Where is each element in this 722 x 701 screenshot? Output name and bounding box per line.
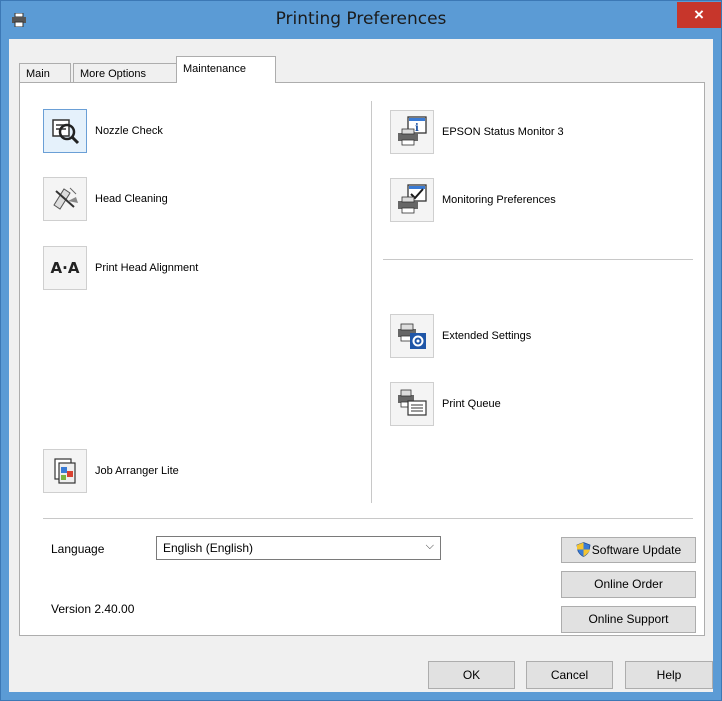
status-monitor-icon: i [396, 115, 428, 150]
status-monitor-label: EPSON Status Monitor 3 [442, 126, 564, 138]
tab-more-options[interactable]: More Options [73, 63, 177, 83]
monitoring-preferences-label: Monitoring Preferences [442, 194, 556, 206]
nozzle-check-icon [50, 115, 80, 148]
extended-settings-tool[interactable]: Extended Settings [390, 314, 531, 358]
job-arranger-button[interactable] [43, 449, 87, 493]
software-update-button[interactable]: Software Update [561, 537, 696, 563]
nozzle-check-button[interactable] [43, 109, 87, 153]
tab-main[interactable]: Main [19, 63, 71, 83]
software-update-label: Software Update [591, 543, 682, 557]
nozzle-check-tool[interactable]: Nozzle Check [43, 109, 163, 153]
language-select-value: English (English) [163, 541, 254, 555]
panel-divider-horizontal [383, 259, 693, 260]
print-queue-tool[interactable]: Print Queue [390, 382, 501, 426]
title-bar[interactable]: Printing Preferences × [1, 1, 721, 39]
job-arranger-icon [50, 455, 80, 488]
printing-preferences-window: Printing Preferences × Main More Options… [0, 0, 722, 701]
language-label: Language [51, 542, 105, 556]
job-arranger-tool[interactable]: Job Arranger Lite [43, 449, 179, 493]
print-head-alignment-label: Print Head Alignment [95, 262, 199, 274]
ok-button[interactable]: OK [428, 661, 515, 689]
close-button[interactable]: × [677, 2, 721, 28]
head-cleaning-icon [50, 183, 80, 216]
shield-icon [576, 541, 591, 557]
head-cleaning-button[interactable] [43, 177, 87, 221]
monitoring-preferences-icon [396, 183, 428, 218]
version-text: Version 2.40.00 [51, 602, 135, 616]
online-support-button[interactable]: Online Support [561, 606, 696, 633]
print-queue-icon [396, 387, 428, 422]
panel-divider-vertical [371, 101, 372, 503]
print-queue-button[interactable] [390, 382, 434, 426]
print-queue-label: Print Queue [442, 398, 501, 410]
online-order-button[interactable]: Online Order [561, 571, 696, 598]
extended-settings-label: Extended Settings [442, 330, 532, 342]
print-head-alignment-icon: A·A [50, 259, 80, 277]
monitoring-preferences-button[interactable] [390, 178, 434, 222]
head-cleaning-tool[interactable]: Head Cleaning [43, 177, 168, 221]
job-arranger-label: Job Arranger Lite [95, 465, 179, 477]
language-select[interactable]: English (English) ⌵ [156, 536, 441, 560]
status-monitor-button[interactable]: i [390, 110, 434, 154]
chevron-down-icon: ⌵ [425, 540, 434, 552]
cancel-button[interactable]: Cancel [526, 661, 613, 689]
extended-settings-icon [396, 319, 428, 354]
print-head-alignment-button[interactable]: A·A [43, 246, 87, 290]
tab-maintenance[interactable]: Maintenance [176, 56, 276, 83]
status-monitor-tool[interactable]: i EPSON Status Monitor 3 [390, 110, 564, 154]
monitoring-preferences-tool[interactable]: Monitoring Preferences [390, 178, 556, 222]
print-head-alignment-tool[interactable]: A·A Print Head Alignment [43, 246, 198, 290]
nozzle-check-label: Nozzle Check [95, 125, 163, 137]
window-title: Printing Preferences [275, 9, 447, 29]
svg-text:i: i [415, 123, 419, 134]
bottom-divider [43, 518, 693, 519]
head-cleaning-label: Head Cleaning [95, 193, 168, 205]
extended-settings-button[interactable] [390, 314, 434, 358]
help-button[interactable]: Help [625, 661, 713, 689]
